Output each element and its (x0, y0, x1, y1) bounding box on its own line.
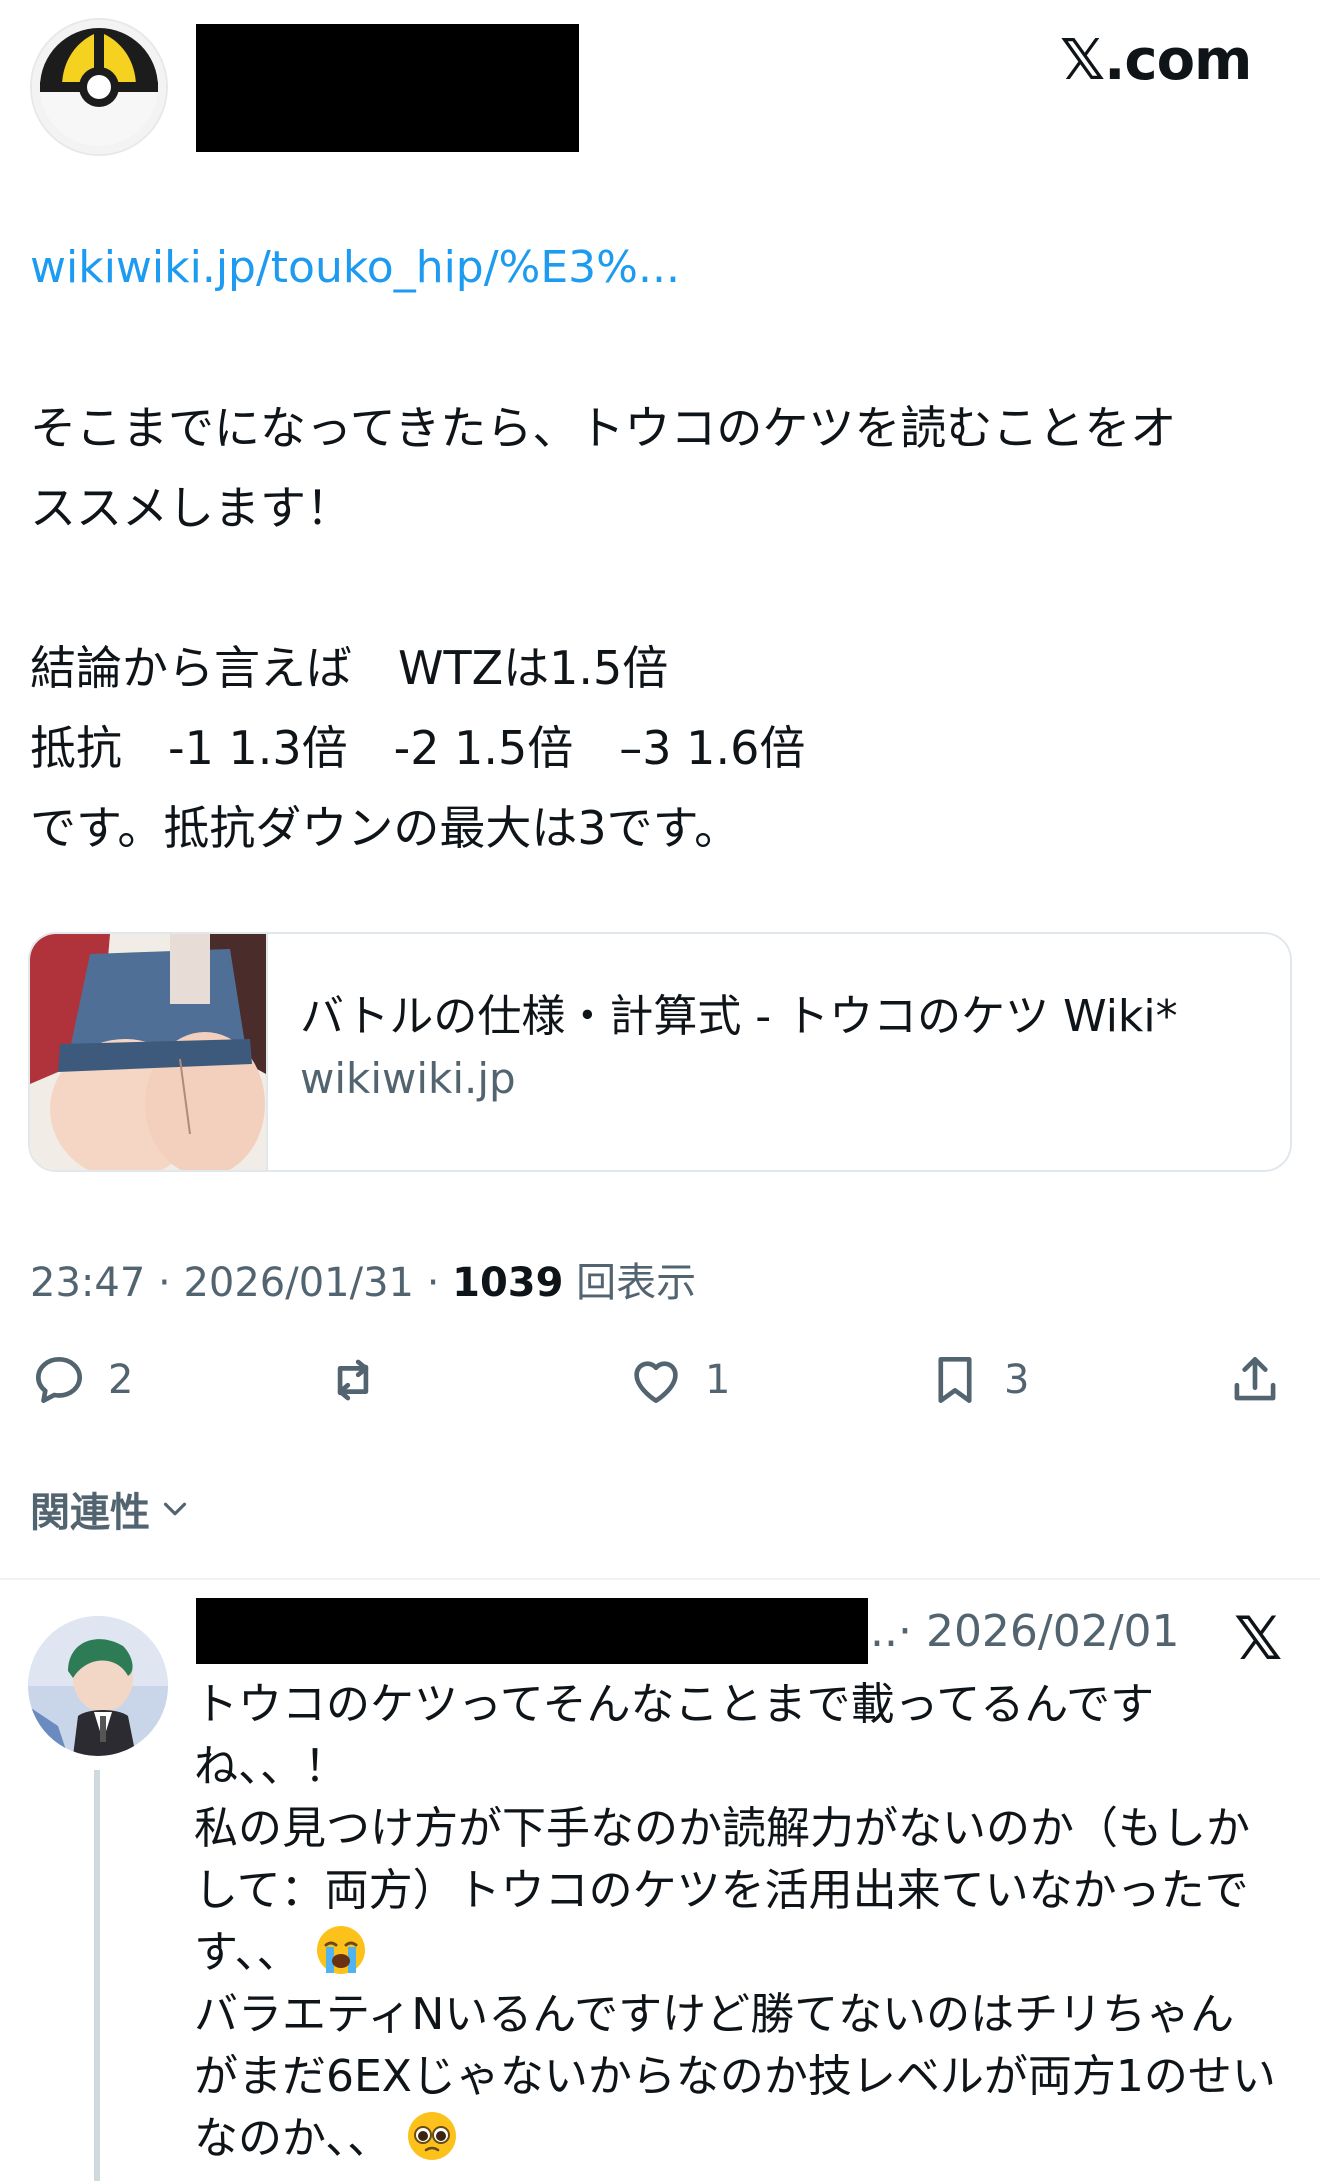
reply-text-line: がまだ6EXじゃないからなのか技レベルが両方1のせい (194, 2051, 1276, 2102)
tweet-meta: 23:47 · 2026/01/31 · 1039 回表示 (30, 1250, 696, 1308)
reply-text-line: ね、、！ (194, 1741, 348, 1792)
view-count-label: 回表示 (563, 1260, 697, 1306)
reply-icon (36, 1357, 82, 1403)
link-preview-card[interactable]: バトルの仕様・計算式 - トウコのケツ Wiki* wikiwiki.jp (28, 932, 1292, 1172)
share-icon (1234, 1357, 1276, 1401)
heart-icon (634, 1361, 678, 1403)
reply-button[interactable]: 2 (28, 1345, 133, 1415)
tweet-date[interactable]: 2026/01/31 (183, 1260, 414, 1306)
reply-count: 2 (108, 1357, 134, 1403)
loudly-crying-face-icon (317, 1926, 366, 1974)
repost-icon (337, 1359, 369, 1401)
share-button[interactable] (1224, 1345, 1286, 1415)
section-divider (0, 1578, 1320, 1580)
tweet-link-url[interactable]: wikiwiki.jp/touko_hip/%E3%... (30, 242, 680, 293)
relevance-label: 関連性 (30, 1490, 150, 1536)
author-avatar[interactable] (30, 18, 168, 156)
bookmark-count: 3 (1004, 1357, 1030, 1403)
tweet-time[interactable]: 23:47 (30, 1260, 145, 1306)
redacted-reply-author (196, 1598, 868, 1664)
reply-text-line: トウコのケツってそんなことまで載ってるんです (194, 1679, 1155, 1730)
redacted-author-name (196, 24, 579, 152)
reply-text: す、、 (194, 1927, 301, 1978)
thread-connector-line (94, 1770, 100, 2181)
reply-text-line-with-emoji: す、、 (194, 1922, 368, 1984)
reply-text: なのか、、 (194, 2113, 392, 2164)
tweet-text-line: ススメします！ (30, 481, 352, 535)
bookmark-icon (938, 1357, 972, 1403)
pleading-face-icon (408, 2112, 457, 2160)
tweet-text-line: 結論から言えば WTZは1.5倍 (30, 641, 669, 695)
reply-text-line-with-emoji: なのか、、 (194, 2108, 459, 2170)
like-button[interactable]: 1 (625, 1345, 730, 1415)
chevron-down-icon (163, 1502, 187, 1516)
repost-button[interactable] (322, 1345, 402, 1415)
reply-text-line: 私の見つけ方が下手なのか読解力がないのか（もしか (194, 1803, 1250, 1854)
view-count: 1039 (452, 1260, 564, 1306)
reply-author-avatar[interactable] (28, 1616, 168, 1756)
like-count: 1 (705, 1357, 731, 1403)
tweet-text-line: です。抵抗ダウンの最大は3です。 (30, 801, 741, 855)
x-logo: 𝕏 (1234, 1604, 1283, 1674)
reply-text-line: バラエティNいるんですけど勝てないのはチリちゃん (194, 1989, 1235, 2040)
sort-relevance-dropdown[interactable]: 関連性 (30, 1480, 194, 1538)
tweet-text-line: 抵抗 -1 1.3倍 -2 1.5倍 –3 1.6倍 (30, 721, 806, 775)
x-com-brand: 𝕏.com (1060, 28, 1252, 93)
card-thumbnail (30, 934, 268, 1170)
meta-separator: · (145, 1260, 184, 1306)
reply-text-line: して：両方）トウコのケツを活用出来ていなかったで (194, 1865, 1249, 1916)
tweet-text-line: そこまでになってきたら、トウコのケツを読むことをオ (30, 401, 1177, 455)
reply-date[interactable]: ..· 2026/02/01 (870, 1606, 1180, 1657)
rika-avatar-image (28, 1616, 168, 1756)
bookmark-button[interactable]: 3 (924, 1345, 1029, 1415)
card-domain: wikiwiki.jp (300, 1054, 516, 1103)
card-title: バトルの仕様・計算式 - トウコのケツ Wiki* (300, 991, 1178, 1042)
ultra-ball-avatar-image (32, 20, 166, 154)
meta-separator: · (413, 1260, 453, 1306)
